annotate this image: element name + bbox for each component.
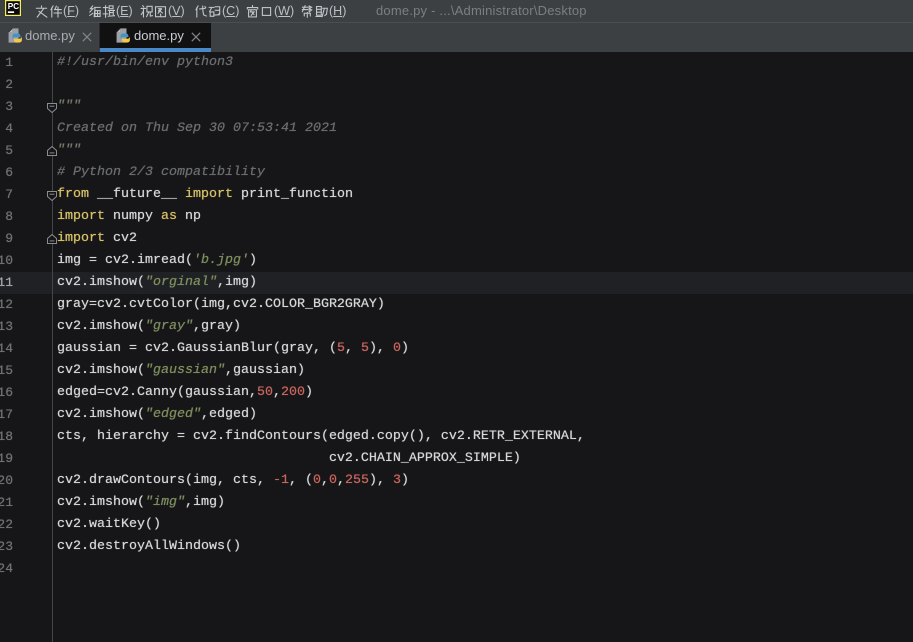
svg-text:PC: PC <box>8 1 19 11</box>
